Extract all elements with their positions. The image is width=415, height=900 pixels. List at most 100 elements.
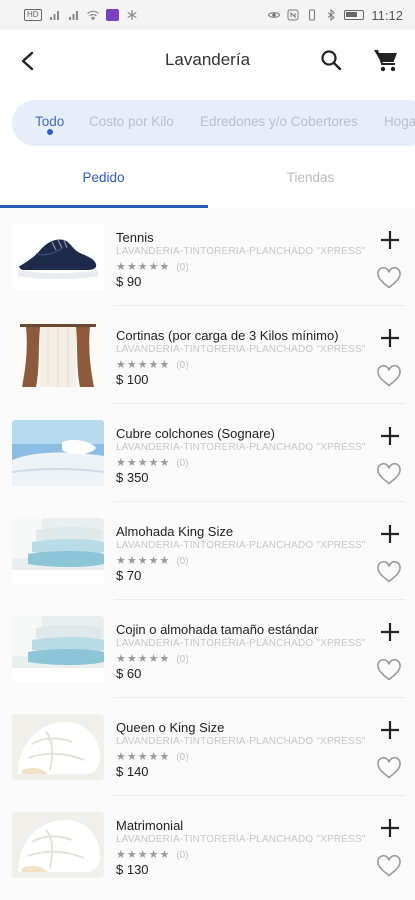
heart-icon xyxy=(377,364,401,387)
review-count: (0) xyxy=(176,262,189,273)
active-category-dot xyxy=(47,129,53,135)
rating-stars: ★★★★★ (0) xyxy=(116,750,189,763)
status-left: HD xyxy=(24,9,138,21)
app-bar: Lavandería xyxy=(0,30,415,92)
tab-tiendas[interactable]: Tiendas xyxy=(207,170,414,185)
product-name: Matrimonial xyxy=(116,818,184,833)
rating-stars: ★★★★★ (0) xyxy=(116,652,189,665)
rating-stars: ★★★★★ (0) xyxy=(116,554,189,567)
category-bar: Todo Costo por Kilo Edredones y/o Cobert… xyxy=(12,100,415,146)
stars-glyphs: ★★★★★ xyxy=(116,751,171,763)
rating-stars: ★★★★★ (0) xyxy=(116,358,189,371)
category-hogar[interactable]: Hoga xyxy=(384,114,415,129)
review-count: (0) xyxy=(176,458,189,469)
product-item[interactable]: Queen o King Size LAVANDERIA-TINTORERIA-… xyxy=(0,698,415,796)
tabs: Pedido Tiendas xyxy=(0,154,415,208)
duvet-image xyxy=(12,714,104,780)
add-to-cart-button[interactable] xyxy=(378,522,402,546)
category-todo[interactable]: Todo xyxy=(35,114,64,129)
plus-icon xyxy=(381,819,399,837)
review-count: (0) xyxy=(176,654,189,665)
add-to-cart-button[interactable] xyxy=(378,228,402,252)
app-notification-icon xyxy=(105,9,119,21)
stars-glyphs: ★★★★★ xyxy=(116,261,171,273)
product-image xyxy=(12,518,104,584)
plus-icon xyxy=(381,721,399,739)
duvet-image xyxy=(12,812,104,878)
product-store: LAVANDERIA-TINTORERIA-PLANCHADO "XPRESS" xyxy=(116,736,366,747)
product-name: Queen o King Size xyxy=(116,720,225,735)
rating-stars: ★★★★★ (0) xyxy=(116,456,189,469)
heart-icon xyxy=(377,266,401,289)
product-store: LAVANDERIA-TINTORERIA-PLANCHADO "XPRESS" xyxy=(116,834,366,845)
category-costo-por-kilo[interactable]: Costo por Kilo xyxy=(89,114,174,129)
pillows-image xyxy=(12,616,104,682)
search-icon xyxy=(321,50,342,71)
sneaker-image xyxy=(18,239,98,279)
favorite-button[interactable] xyxy=(376,462,402,486)
nfc-icon xyxy=(287,9,299,21)
product-item[interactable]: Tennis LAVANDERIA-TINTORERIA-PLANCHADO "… xyxy=(0,208,415,306)
vibrate-icon xyxy=(309,9,316,21)
favorite-button[interactable] xyxy=(376,266,402,290)
product-image xyxy=(12,420,104,486)
product-name: Cortinas (por carga de 3 Kilos mínimo) xyxy=(116,328,339,343)
plus-icon xyxy=(381,329,399,347)
add-to-cart-button[interactable] xyxy=(378,326,402,350)
product-item[interactable]: Cojin o almohada tamaño estándar LAVANDE… xyxy=(0,600,415,698)
product-name: Cubre colchones (Sognare) xyxy=(116,426,275,441)
status-time: 11:12 xyxy=(371,7,403,23)
product-item[interactable]: Cubre colchones (Sognare) LAVANDERIA-TIN… xyxy=(0,404,415,502)
review-count: (0) xyxy=(176,752,189,763)
cart-icon xyxy=(374,50,397,72)
product-image xyxy=(12,714,104,780)
plus-icon xyxy=(381,623,399,641)
favorite-button[interactable] xyxy=(376,756,402,780)
wifi-icon xyxy=(86,10,99,21)
stars-glyphs: ★★★★★ xyxy=(116,457,171,469)
stars-glyphs: ★★★★★ xyxy=(116,653,171,665)
page-title: Lavandería xyxy=(164,50,251,69)
category-edredones[interactable]: Edredones y/o Cobertores xyxy=(200,114,358,129)
rating-stars: ★★★★★ (0) xyxy=(116,260,189,273)
add-to-cart-button[interactable] xyxy=(378,424,402,448)
add-to-cart-button[interactable] xyxy=(378,718,402,742)
hd-badge: HD xyxy=(24,9,42,21)
battery-icon xyxy=(344,10,365,20)
product-price: $ 90 xyxy=(116,274,142,289)
product-image xyxy=(12,812,104,878)
product-store: LAVANDERIA-TINTORERIA-PLANCHADO "XPRESS" xyxy=(116,344,366,355)
status-bar: HD 11:12 xyxy=(0,0,415,30)
favorite-button[interactable] xyxy=(376,364,402,388)
plus-icon xyxy=(381,427,399,445)
product-store: LAVANDERIA-TINTORERIA-PLANCHADO "XPRESS" xyxy=(116,540,366,551)
product-price: $ 60 xyxy=(116,666,142,681)
cart-button[interactable] xyxy=(372,46,402,76)
bed-image xyxy=(12,420,104,486)
heart-icon xyxy=(377,560,401,583)
add-to-cart-button[interactable] xyxy=(378,816,402,840)
plus-icon xyxy=(381,525,399,543)
plus-icon xyxy=(381,231,399,249)
product-item[interactable]: Almohada King Size LAVANDERIA-TINTORERIA… xyxy=(0,502,415,600)
tab-pedido[interactable]: Pedido xyxy=(0,170,207,185)
favorite-button[interactable] xyxy=(376,658,402,682)
product-image xyxy=(12,616,104,682)
review-count: (0) xyxy=(176,850,189,861)
rating-stars: ★★★★★ (0) xyxy=(116,848,189,861)
product-item[interactable]: Matrimonial LAVANDERIA-TINTORERIA-PLANCH… xyxy=(0,796,415,894)
add-to-cart-button[interactable] xyxy=(378,620,402,644)
review-count: (0) xyxy=(176,556,189,567)
product-store: LAVANDERIA-TINTORERIA-PLANCHADO "XPRESS" xyxy=(116,442,366,453)
product-price: $ 130 xyxy=(116,862,149,877)
product-name: Almohada King Size xyxy=(116,524,234,539)
product-item[interactable]: Cortinas (por carga de 3 Kilos mínimo) L… xyxy=(0,306,415,404)
search-button[interactable] xyxy=(318,47,346,75)
product-price: $ 140 xyxy=(116,764,149,779)
favorite-button[interactable] xyxy=(376,854,402,878)
signal-icon xyxy=(68,11,78,20)
product-store: LAVANDERIA-TINTORERIA-PLANCHADO "XPRESS" xyxy=(116,246,366,257)
favorite-button[interactable] xyxy=(376,560,402,584)
heart-icon xyxy=(377,756,401,779)
status-right: 11:12 xyxy=(268,8,403,23)
